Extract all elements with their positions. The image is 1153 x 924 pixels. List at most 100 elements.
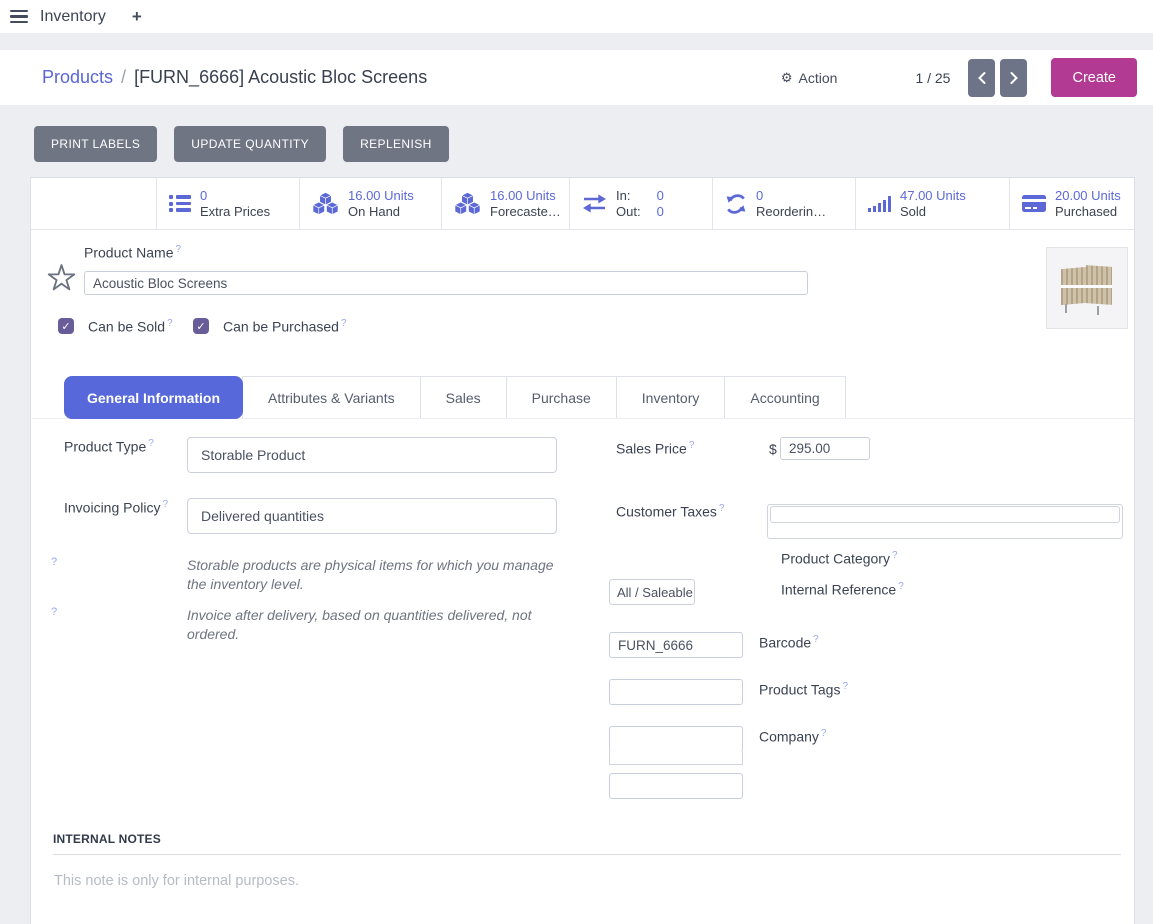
chevron-left-icon bbox=[976, 71, 988, 85]
stat-value: 0 bbox=[756, 188, 826, 204]
stat-button-on-hand[interactable]: 16.00 Units On Hand bbox=[300, 178, 442, 229]
stat-spacer bbox=[31, 178, 157, 229]
create-button[interactable]: Create bbox=[1051, 58, 1137, 97]
tab-accounting[interactable]: Accounting bbox=[724, 376, 845, 419]
stat-label: Sold bbox=[900, 204, 966, 220]
pager-next-button[interactable] bbox=[1000, 59, 1027, 97]
chevron-right-icon bbox=[1008, 71, 1020, 85]
can-be-purchased-checkbox[interactable]: ✓ bbox=[193, 318, 209, 334]
pager-previous-button[interactable] bbox=[968, 59, 995, 97]
product-type-select[interactable]: Storable Product bbox=[187, 437, 557, 473]
help-tooltip-icon[interactable]: ? bbox=[148, 438, 154, 449]
product-tags-input[interactable] bbox=[609, 726, 743, 752]
top-navbar: Inventory + bbox=[0, 0, 1153, 33]
tab-attributes-variants[interactable]: Attributes & Variants bbox=[242, 376, 421, 419]
stat-label: Reorderin… bbox=[756, 204, 826, 220]
pager-count: 1 / 25 bbox=[915, 70, 950, 86]
help-tooltip-icon[interactable]: ? bbox=[689, 440, 695, 451]
out-label: Out: bbox=[616, 204, 641, 220]
stat-value: 20.00 Units bbox=[1055, 188, 1121, 204]
add-tab-icon[interactable]: + bbox=[132, 7, 142, 27]
invoicing-help-text: Invoice after delivery, based on quantit… bbox=[187, 606, 571, 644]
form-sheet: 0 Extra Prices 16.00 Units On Hand bbox=[30, 177, 1135, 924]
help-tooltip-icon[interactable]: ? bbox=[163, 499, 169, 510]
tab-sales[interactable]: Sales bbox=[420, 376, 507, 419]
stat-button-sold[interactable]: 47.00 Units Sold bbox=[856, 178, 1010, 229]
stat-label: On Hand bbox=[348, 204, 414, 220]
invoicing-policy-select[interactable]: Delivered quantities bbox=[187, 498, 557, 534]
replenish-button[interactable]: REPLENISH bbox=[343, 126, 449, 162]
customer-taxes-input[interactable] bbox=[767, 504, 1123, 539]
product-type-label: Product Type? bbox=[64, 438, 154, 455]
product-tags-label: Product Tags? bbox=[759, 681, 848, 698]
update-quantity-button[interactable]: UPDATE QUANTITY bbox=[174, 126, 326, 162]
internal-reference-input[interactable] bbox=[609, 632, 743, 658]
sales-price-input[interactable] bbox=[780, 437, 870, 460]
breadcrumb: Products / [FURN_6666] Acoustic Bloc Scr… bbox=[42, 67, 427, 88]
page-title: [FURN_6666] Acoustic Bloc Screens bbox=[134, 67, 427, 88]
cubes-icon bbox=[312, 192, 339, 216]
favorite-star-icon[interactable] bbox=[46, 262, 77, 298]
barcode-input[interactable] bbox=[609, 679, 743, 705]
hamburger-menu-icon[interactable] bbox=[10, 10, 28, 24]
help-tooltip-icon[interactable]: ? bbox=[719, 503, 725, 514]
help-tooltip-icon[interactable]: ? bbox=[813, 634, 819, 645]
action-menu-button[interactable]: ⚙ Action bbox=[781, 70, 838, 86]
pricelist-icon bbox=[169, 195, 191, 212]
action-label: Action bbox=[799, 70, 838, 86]
transfer-arrows-icon bbox=[582, 193, 607, 214]
currency-symbol: $ bbox=[769, 441, 777, 457]
stat-button-extra-prices[interactable]: 0 Extra Prices bbox=[157, 178, 300, 229]
breadcrumb-products-link[interactable]: Products bbox=[42, 67, 113, 88]
product-name-input[interactable] bbox=[84, 271, 808, 295]
help-tooltip-icon[interactable]: ? bbox=[842, 681, 848, 692]
out-value: 0 bbox=[657, 204, 664, 220]
help-tooltip-icon[interactable]: ? bbox=[892, 550, 898, 561]
in-label: In: bbox=[616, 188, 641, 204]
internal-reference-label: Internal Reference? bbox=[781, 581, 904, 598]
invoicing-policy-label: Invoicing Policy? bbox=[64, 499, 168, 516]
control-panel: Products / [FURN_6666] Acoustic Bloc Scr… bbox=[0, 50, 1153, 105]
tab-purchase[interactable]: Purchase bbox=[506, 376, 617, 419]
toolbar: PRINT LABELS UPDATE QUANTITY REPLENISH bbox=[34, 126, 449, 162]
help-tooltip-icon[interactable]: ? bbox=[898, 581, 904, 592]
help-tooltip-icon[interactable]: ? bbox=[167, 318, 173, 329]
notebook-tabs: General Information Attributes & Variant… bbox=[64, 376, 846, 419]
stat-button-reordering-rules[interactable]: 0 Reorderin… bbox=[713, 178, 856, 229]
stat-button-in-out[interactable]: In: 0 Out: 0 bbox=[570, 178, 713, 229]
product-category-label: Product Category? bbox=[781, 550, 898, 567]
stat-button-row: 0 Extra Prices 16.00 Units On Hand bbox=[31, 178, 1134, 230]
storable-help-text: Storable products are physical items for… bbox=[187, 556, 571, 594]
tab-general-information[interactable]: General Information bbox=[64, 376, 243, 419]
refresh-icon bbox=[725, 193, 747, 215]
company-input[interactable] bbox=[609, 773, 743, 799]
stat-value: 16.00 Units bbox=[348, 188, 414, 204]
product-tags-dropdown-strip[interactable] bbox=[609, 751, 743, 765]
help-tooltip-icon[interactable]: ? bbox=[175, 244, 181, 255]
tab-inventory[interactable]: Inventory bbox=[616, 376, 726, 419]
customer-taxes-inner-input[interactable] bbox=[770, 506, 1120, 523]
app-title[interactable]: Inventory bbox=[40, 8, 106, 26]
stat-label: Forecaste… bbox=[490, 204, 561, 220]
stat-button-purchased[interactable]: 20.00 Units Purchased bbox=[1010, 178, 1134, 229]
can-be-sold-checkbox[interactable]: ✓ bbox=[58, 318, 74, 334]
help-tooltip-icon[interactable]: ? bbox=[51, 556, 57, 568]
bar-chart-icon bbox=[868, 196, 891, 212]
internal-notes-placeholder[interactable]: This note is only for internal purposes. bbox=[54, 873, 299, 889]
product-name-label: Product Name? bbox=[84, 244, 181, 261]
breadcrumb-separator: / bbox=[121, 67, 126, 88]
stat-button-forecasted[interactable]: 16.00 Units Forecaste… bbox=[442, 178, 570, 229]
page: Inventory + Products / [FURN_6666] Acous… bbox=[0, 0, 1153, 924]
customer-taxes-label: Customer Taxes? bbox=[616, 503, 724, 520]
product-image[interactable] bbox=[1046, 247, 1128, 329]
help-tooltip-icon[interactable]: ? bbox=[821, 728, 827, 739]
help-tooltip-icon[interactable]: ? bbox=[341, 318, 347, 329]
in-value: 0 bbox=[657, 188, 664, 204]
print-labels-button[interactable]: PRINT LABELS bbox=[34, 126, 157, 162]
product-category-input[interactable]: All / Saleable bbox=[609, 579, 695, 605]
cubes-icon bbox=[454, 192, 481, 216]
stat-value: 16.00 Units bbox=[490, 188, 561, 204]
help-tooltip-icon[interactable]: ? bbox=[51, 606, 57, 618]
gear-icon: ⚙ bbox=[781, 70, 793, 86]
can-be-sold-label: Can be Sold? bbox=[88, 318, 173, 335]
